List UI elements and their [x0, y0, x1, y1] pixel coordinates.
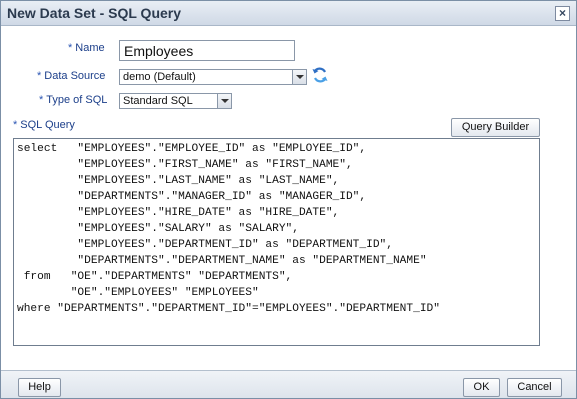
sql-query-dialog: New Data Set - SQL Query × *Name *Data S…	[0, 0, 577, 399]
dialog-footer: Help OK Cancel	[1, 370, 576, 398]
ok-button[interactable]: OK	[463, 378, 500, 397]
required-marker: *	[39, 94, 44, 106]
type-of-sql-value: Standard SQL	[123, 95, 193, 107]
chevron-down-icon[interactable]	[217, 94, 231, 108]
data-source-select[interactable]: demo (Default)	[119, 69, 307, 85]
title-bar[interactable]: New Data Set - SQL Query ×	[1, 1, 576, 26]
required-marker: *	[13, 119, 18, 131]
sql-query-textarea[interactable]: select "EMPLOYEES"."EMPLOYEE_ID" as "EMP…	[13, 138, 540, 346]
name-label: Name	[75, 42, 105, 54]
sql-query-label-wrap: * SQL Query	[13, 119, 75, 131]
close-icon: ×	[558, 6, 566, 20]
data-source-value: demo (Default)	[123, 71, 196, 83]
close-button[interactable]: ×	[555, 6, 570, 21]
type-of-sql-label-wrap: * Type of SQL	[39, 94, 107, 106]
type-of-sql-select[interactable]: Standard SQL	[119, 93, 232, 109]
chevron-down-icon[interactable]	[292, 70, 306, 84]
name-input[interactable]	[119, 40, 295, 61]
sql-query-label: SQL Query	[20, 119, 75, 131]
refresh-icon[interactable]	[311, 66, 329, 84]
cancel-button[interactable]: Cancel	[507, 378, 562, 397]
dialog-title: New Data Set - SQL Query	[7, 5, 182, 21]
type-of-sql-label: Type of SQL	[46, 94, 108, 106]
required-marker: *	[37, 70, 42, 82]
name-label-wrap: * Name	[68, 42, 105, 54]
query-builder-button[interactable]: Query Builder	[451, 118, 540, 137]
help-button[interactable]: Help	[18, 378, 61, 397]
data-source-label-wrap: * Data Source	[37, 70, 105, 82]
data-source-label: Data Source	[44, 70, 106, 82]
required-marker: *	[68, 42, 73, 54]
